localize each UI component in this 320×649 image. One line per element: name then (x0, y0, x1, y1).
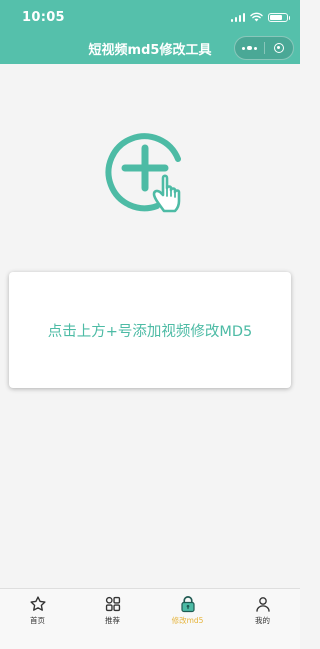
target-icon (274, 43, 284, 53)
tab-recommend-label: 推荐 (105, 616, 120, 625)
tab-recommend[interactable]: 推荐 (75, 589, 150, 649)
star-icon (29, 596, 46, 611)
top-bar: 10:05 短视频md5修改工具 (0, 0, 300, 64)
battery-icon (268, 12, 290, 22)
signal-icon (230, 12, 245, 22)
mini-program-capsule (234, 36, 294, 60)
status-time: 10:05 (22, 10, 65, 25)
user-icon (255, 597, 270, 612)
tab-home-label: 首页 (30, 616, 45, 625)
tab-bar: 首页 推荐 修改md5 我的 (0, 588, 300, 649)
tab-profile-label: 我的 (255, 616, 270, 625)
tab-profile[interactable]: 我的 (225, 589, 300, 649)
upload-prompt-card[interactable]: 点击上方+号添加视频修改MD5 (9, 272, 291, 388)
close-program-button[interactable] (265, 43, 293, 53)
wifi-icon (250, 12, 263, 22)
lock-icon (180, 596, 195, 613)
tab-home[interactable]: 首页 (0, 589, 75, 649)
add-video-icon[interactable] (104, 126, 196, 218)
tab-modify-md5[interactable]: 修改md5 (150, 589, 225, 649)
grid-icon (105, 596, 120, 612)
upload-prompt-text: 点击上方+号添加视频修改MD5 (47, 323, 253, 340)
tab-modify-md5-label: 修改md5 (171, 616, 204, 625)
more-menu-button[interactable] (235, 45, 264, 51)
status-icons (230, 12, 290, 22)
